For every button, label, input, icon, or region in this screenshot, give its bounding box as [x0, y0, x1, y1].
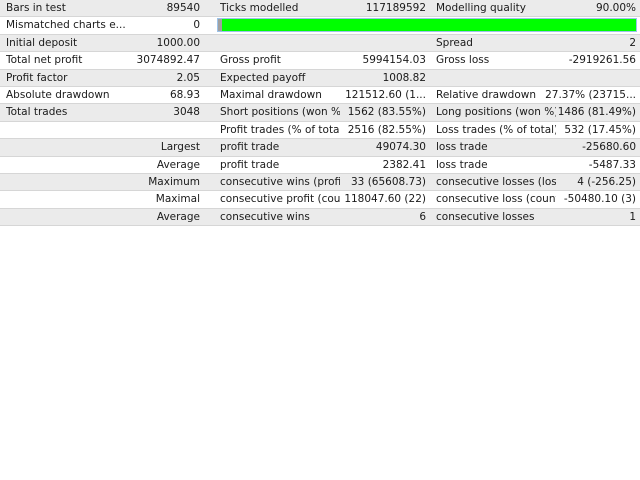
stat-label: Gross profit	[220, 54, 281, 67]
stat-value: 2	[629, 36, 636, 49]
stat-label: consecutive profit (count...	[220, 193, 340, 206]
report-row: Mismatched charts e... 0	[0, 17, 640, 35]
report-row: Initial deposit 1000.00 Spread 2	[0, 34, 640, 53]
stat-value: 33 (65608.73)	[351, 175, 426, 188]
stat-value: 0	[193, 19, 200, 32]
stat-value: 2.05	[176, 71, 200, 84]
stat-value: 532 (17.45%)	[564, 123, 636, 136]
stat-value: 1562 (83.55%)	[347, 106, 426, 119]
stat-value: 1486 (81.49%)	[557, 106, 636, 119]
stat-value: -2919261.56	[568, 54, 636, 67]
stat-value: 27.37% (23715...	[545, 88, 636, 101]
stat-value	[520, 70, 636, 86]
stat-value: 6	[419, 210, 426, 223]
stat-label: profit trade	[220, 158, 280, 171]
backtest-report-table: Bars in test 89540 Ticks modelled 117189592…	[0, 0, 640, 227]
stat-label: consecutive wins	[220, 210, 310, 223]
stat-value: 117189592	[365, 2, 426, 14]
report-row: Profit trades (% of total) 2516 (82.55%) L…	[0, 121, 640, 140]
stat-value: 89540	[166, 2, 200, 14]
stat-value: 121512.60 (1...	[345, 88, 426, 101]
stat-value: 3074892.47	[136, 54, 200, 67]
modelling-quality-fill	[222, 19, 636, 32]
stat-value: Maximal	[155, 193, 200, 206]
stat-label: Profit trades (% of total)	[220, 123, 340, 136]
report-row: Maximum consecutive wins (profit i... 33 (…	[0, 173, 640, 192]
stat-value: 1	[629, 210, 636, 223]
stat-value: 49074.30	[375, 141, 426, 154]
stat-label: Ticks modelled	[220, 2, 299, 14]
stat-value	[0, 122, 200, 138]
report-row: Total net profit 3074892.47 Gross profit 59…	[0, 52, 640, 70]
stat-label: Expected payoff	[220, 71, 306, 84]
stat-value: Maximum	[148, 175, 200, 188]
stat-value: -25680.60	[582, 141, 636, 154]
report-row: Profit factor 2.05 Expected payoff 1008.82	[0, 69, 640, 87]
report-row: Bars in test 89540 Ticks modelled 117189592…	[0, 0, 640, 18]
report-row: Absolute drawdown 68.93 Maximal drawdown 12…	[0, 86, 640, 105]
report-row: Largest profit trade 49074.30 loss trade -25…	[0, 139, 640, 157]
stat-label	[220, 35, 340, 51]
stat-value: Largest	[160, 141, 200, 154]
stat-value: 1000.00	[156, 36, 200, 49]
stat-value: 90.00%	[595, 2, 636, 14]
stat-label: consecutive wins (profit i...	[220, 175, 340, 188]
stat-value: -5487.33	[588, 158, 636, 171]
stat-value: 3048	[173, 106, 200, 119]
stat-value: Average	[156, 158, 200, 171]
report-row: Average consecutive wins 6 consecutive loss…	[0, 208, 640, 227]
stat-value: 5994154.03	[362, 54, 426, 67]
report-row: Average profit trade 2382.41 loss trade -548…	[0, 156, 640, 174]
stat-value: 118047.60 (22)	[344, 193, 426, 206]
stat-label: profit trade	[220, 141, 280, 154]
stat-value: 2516 (82.55%)	[347, 123, 426, 136]
stat-label: Short positions (won %)	[220, 106, 340, 119]
stat-value	[330, 35, 426, 51]
stat-value: -50480.10 (3)	[563, 193, 636, 206]
report-row: Maximal consecutive profit (count... 11804…	[0, 191, 640, 209]
stat-value: 4 (-256.25)	[577, 175, 636, 188]
stat-value: 2382.41	[382, 158, 426, 171]
stat-value: Average	[156, 210, 200, 223]
report-row: Total trades 3048 Short positions (won %) 1…	[0, 104, 640, 122]
stat-value: 1008.82	[382, 71, 426, 84]
stat-label: Maximal drawdown	[220, 88, 322, 101]
stat-value: 68.93	[169, 88, 200, 101]
modelling-quality-bar	[217, 18, 637, 33]
